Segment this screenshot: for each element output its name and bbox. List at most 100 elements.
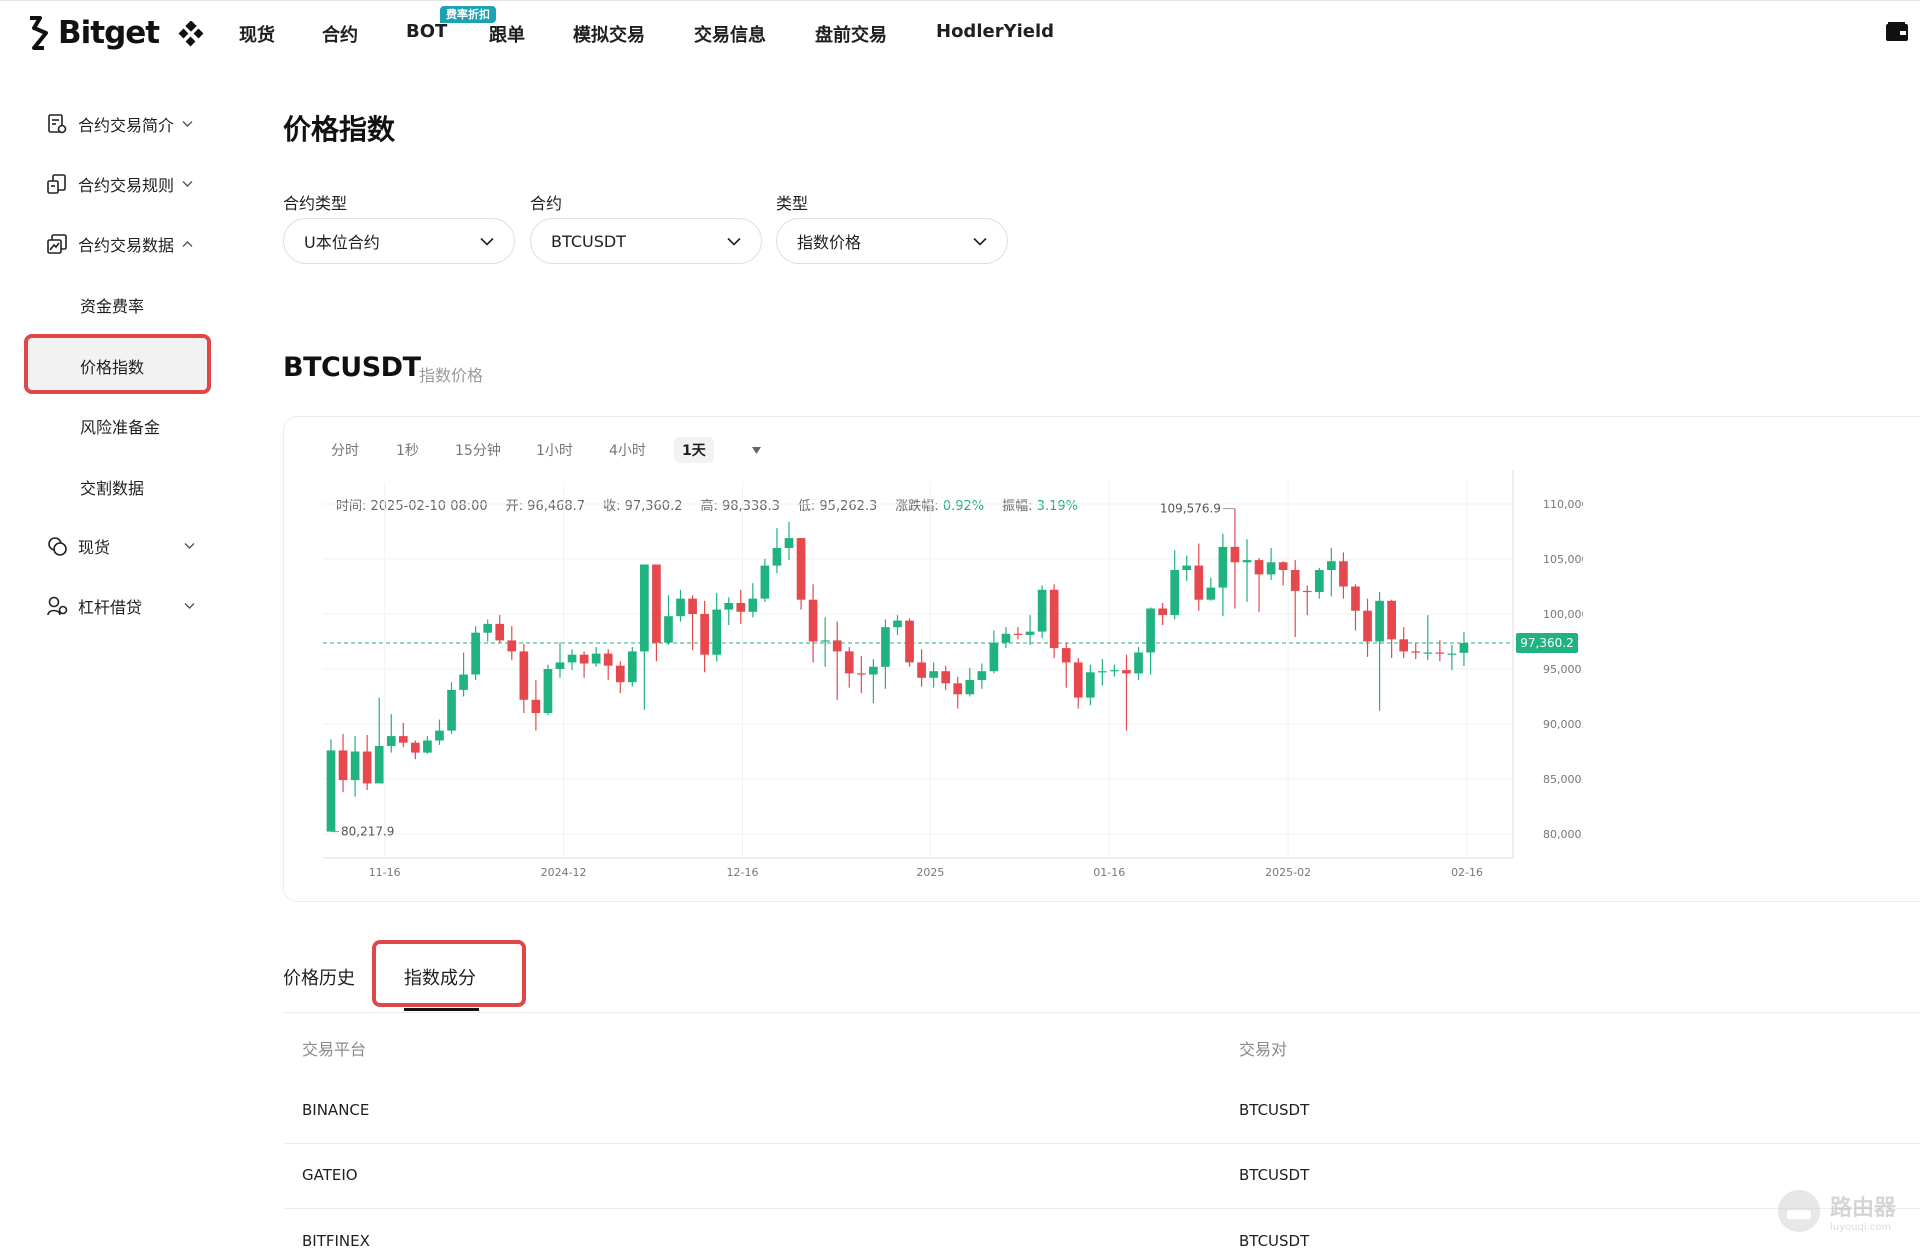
sidebar-item-funding-rate[interactable]: 资金费率 bbox=[80, 293, 144, 317]
nav-demo-trading[interactable]: 模拟交易 bbox=[573, 21, 645, 47]
brand-name: Bitget bbox=[58, 15, 160, 51]
interval-1s[interactable]: 1秒 bbox=[396, 440, 419, 460]
candle-body bbox=[664, 616, 673, 643]
chevron-down-icon bbox=[727, 237, 741, 246]
document-settings-icon bbox=[48, 114, 67, 134]
sidebar-group-futures-data[interactable]: 合约交易数据 bbox=[46, 230, 193, 258]
candle-body bbox=[1266, 562, 1276, 575]
contract-type-select[interactable]: U本位合约 bbox=[283, 218, 515, 264]
interval-1h[interactable]: 1小时 bbox=[536, 440, 573, 460]
candle-body bbox=[1375, 600, 1384, 642]
candle-body bbox=[1134, 652, 1143, 674]
row-divider bbox=[283, 1208, 1920, 1209]
candle-body bbox=[374, 746, 384, 784]
chevron-down-icon bbox=[182, 181, 193, 187]
candle-body bbox=[459, 674, 468, 690]
interval-15m[interactable]: 15分钟 bbox=[455, 440, 501, 460]
margin-loan-icon bbox=[47, 596, 68, 616]
sidebar-group-margin-loan[interactable]: 杠杆借贷 bbox=[46, 592, 206, 620]
candle-body bbox=[519, 651, 529, 700]
candle-body bbox=[640, 564, 649, 652]
candle-body bbox=[1230, 546, 1240, 563]
candle-body bbox=[1085, 672, 1095, 698]
candle-body bbox=[929, 671, 938, 678]
bitget-logo[interactable]: Bitget bbox=[26, 13, 160, 53]
candle-body bbox=[1194, 565, 1204, 600]
candle-body bbox=[398, 736, 408, 743]
candle-body bbox=[567, 654, 577, 663]
wallet-icon[interactable] bbox=[1885, 21, 1909, 43]
candle-body bbox=[844, 651, 854, 674]
sidebar-item-delivery-data[interactable]: 交割数据 bbox=[80, 475, 144, 499]
sidebar-item-price-index[interactable]: 价格指数 bbox=[80, 354, 144, 378]
candle-body bbox=[411, 742, 420, 753]
candle-body bbox=[338, 750, 348, 781]
cell-exchange: BINANCE bbox=[302, 1101, 370, 1119]
candle-body bbox=[1122, 670, 1131, 674]
interval-timeline[interactable]: 分时 bbox=[331, 440, 359, 460]
nav-trading-info[interactable]: 交易信息 bbox=[694, 21, 766, 47]
contract-select[interactable]: BTCUSDT bbox=[530, 218, 762, 264]
sidebar-group-futures-rules[interactable]: 合约交易规则 bbox=[46, 170, 193, 198]
candle-body bbox=[627, 651, 637, 683]
sidebar-group-futures-intro[interactable]: 合约交易简介 bbox=[46, 110, 193, 138]
nav-pre-market[interactable]: 盘前交易 bbox=[815, 21, 887, 47]
tab-price-history[interactable]: 价格历史 bbox=[283, 964, 355, 990]
cell-pair: BTCUSDT bbox=[1239, 1101, 1310, 1119]
candle-body bbox=[1061, 648, 1071, 663]
candle-body bbox=[1278, 562, 1288, 570]
candle-body bbox=[1206, 587, 1216, 600]
active-tab-highlight bbox=[372, 940, 526, 1007]
price-type-label: 类型 bbox=[776, 194, 809, 213]
cell-pair: BTCUSDT bbox=[1239, 1166, 1310, 1184]
sidebar-group-label: 现货 bbox=[78, 538, 111, 557]
nav-copy-trading[interactable]: 跟单 bbox=[489, 21, 525, 47]
top-navigation: Bitget 现货 合约 BOT 费率折扣 跟单 模拟交易 交易信息 盘前交易 … bbox=[0, 0, 1920, 66]
column-header-pair: 交易对 bbox=[1239, 1040, 1288, 1059]
active-tab-underline bbox=[404, 1008, 479, 1011]
contract-label: 合约 bbox=[530, 194, 563, 213]
chevron-up-icon bbox=[182, 241, 193, 247]
candle-body bbox=[820, 640, 830, 642]
candle-body bbox=[784, 538, 794, 548]
candle-body bbox=[386, 736, 396, 746]
row-divider bbox=[283, 1143, 1920, 1144]
candle-body bbox=[856, 673, 866, 675]
chevron-down-icon bbox=[184, 543, 195, 549]
nav-spot[interactable]: 现货 bbox=[239, 21, 275, 47]
candle-body bbox=[1314, 570, 1324, 592]
interval-1d[interactable]: 1天 bbox=[674, 437, 714, 463]
candle-body bbox=[1049, 589, 1059, 649]
candle-body bbox=[471, 632, 480, 675]
candle-body bbox=[591, 653, 601, 664]
candle-body bbox=[1447, 653, 1457, 655]
candle-body bbox=[1423, 652, 1433, 654]
candle-body bbox=[495, 623, 505, 641]
select-value: 指数价格 bbox=[797, 233, 862, 252]
sidebar-item-insurance-fund[interactable]: 风险准备金 bbox=[80, 414, 160, 438]
sidebar-group-spot[interactable]: 现货 bbox=[46, 532, 206, 560]
candle-body bbox=[905, 620, 914, 663]
candle-body bbox=[652, 564, 661, 643]
more-intervals-dropdown-icon[interactable] bbox=[752, 447, 761, 454]
candle-body bbox=[326, 750, 336, 832]
price-type-select[interactable]: 指数价格 bbox=[776, 218, 1008, 264]
candle-body bbox=[483, 623, 493, 633]
candle-body bbox=[1025, 631, 1035, 635]
nav-bot[interactable]: BOT bbox=[406, 21, 447, 42]
rules-document-icon bbox=[47, 174, 66, 194]
nav-hodleryield[interactable]: HodlerYield bbox=[936, 21, 1054, 42]
nav-futures[interactable]: 合约 bbox=[322, 21, 358, 47]
y-tick-label: 100,000.0 bbox=[1543, 608, 1583, 621]
candle-body bbox=[748, 598, 758, 612]
candle-body bbox=[917, 662, 926, 678]
price-index-candlestick-chart[interactable]: 110,000.0 105,000.0 100,000.0 95,000.0 90,00… bbox=[283, 470, 1583, 880]
interval-4h[interactable]: 4小时 bbox=[609, 440, 646, 460]
candle-body bbox=[603, 653, 613, 666]
candle-body bbox=[1073, 662, 1083, 698]
apps-grid-icon[interactable] bbox=[178, 21, 204, 47]
candle-body bbox=[507, 640, 517, 652]
candle-body bbox=[1435, 652, 1445, 654]
candle-body bbox=[1242, 560, 1252, 563]
y-tick-label: 90,000.0 bbox=[1543, 718, 1583, 731]
